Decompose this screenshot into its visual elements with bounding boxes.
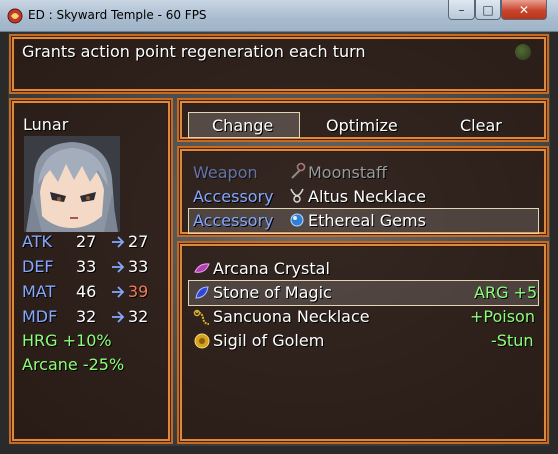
stat-new: 33 <box>128 257 149 276</box>
slot-label: Accessory <box>193 211 274 230</box>
slot-label: Accessory <box>193 187 274 206</box>
stat-current: 27 <box>76 232 97 251</box>
game-screen[interactable]: Grants action point regeneration each tu… <box>8 32 550 446</box>
orb-icon <box>515 44 531 60</box>
arrow-right-icon <box>112 261 125 273</box>
stat-current: 32 <box>76 307 97 326</box>
stat-current: 46 <box>76 282 97 301</box>
actor-name: Lunar <box>23 115 69 134</box>
stat-new: 27 <box>128 232 149 251</box>
stat-label: DEF <box>22 257 54 276</box>
arrow-right-icon <box>112 236 125 248</box>
command-change[interactable]: Change <box>212 116 273 135</box>
slot-label: Weapon <box>193 163 258 182</box>
item-effect: -Stun <box>491 331 534 350</box>
item-name: Sancuona Necklace <box>213 307 370 326</box>
help-text: Grants action point regeneration each tu… <box>22 42 366 61</box>
close-button[interactable]: ✕ <box>501 0 547 20</box>
slot-item: Altus Necklace <box>308 187 426 206</box>
window-title: ED : Skyward Temple - 60 FPS <box>28 8 207 22</box>
stat-new: 32 <box>128 307 149 326</box>
stat-label: MDF <box>22 307 58 326</box>
actor-face-portrait <box>24 136 120 232</box>
stat-new: 39 <box>128 282 149 301</box>
stat-current: 33 <box>76 257 97 276</box>
arrow-right-icon <box>112 286 125 298</box>
stat-label: MAT <box>22 282 56 301</box>
maximize-button[interactable]: □ <box>475 0 501 20</box>
gem-icon <box>290 213 304 227</box>
slot-item: Moonstaff <box>308 163 387 182</box>
window-titlebar[interactable]: ED : Skyward Temple - 60 FPS – □ ✕ <box>0 0 558 32</box>
item-name: Stone of Magic <box>213 283 332 302</box>
arrow-right-icon <box>112 311 125 323</box>
slot-item: Ethereal Gems <box>308 211 426 230</box>
minimize-button[interactable]: – <box>448 0 475 20</box>
app-icon <box>7 8 23 24</box>
item-name: Sigil of Golem <box>213 331 325 350</box>
item-effect: ARG +5 <box>474 283 538 302</box>
trait-arcane: Arcane -25% <box>22 355 125 374</box>
stone-icon <box>195 286 209 299</box>
trait-hrg: HRG +10% <box>22 331 112 350</box>
stat-label: ATK <box>22 232 52 251</box>
command-optimize[interactable]: Optimize <box>326 116 398 135</box>
sigil-icon <box>194 333 210 349</box>
crystal-icon <box>194 263 210 273</box>
staff-icon <box>291 162 306 179</box>
item-effect: +Poison <box>470 307 535 326</box>
item-name: Arcana Crystal <box>213 259 330 278</box>
command-clear[interactable]: Clear <box>460 116 502 135</box>
necklace-icon <box>290 188 304 203</box>
chain-icon <box>193 309 210 325</box>
